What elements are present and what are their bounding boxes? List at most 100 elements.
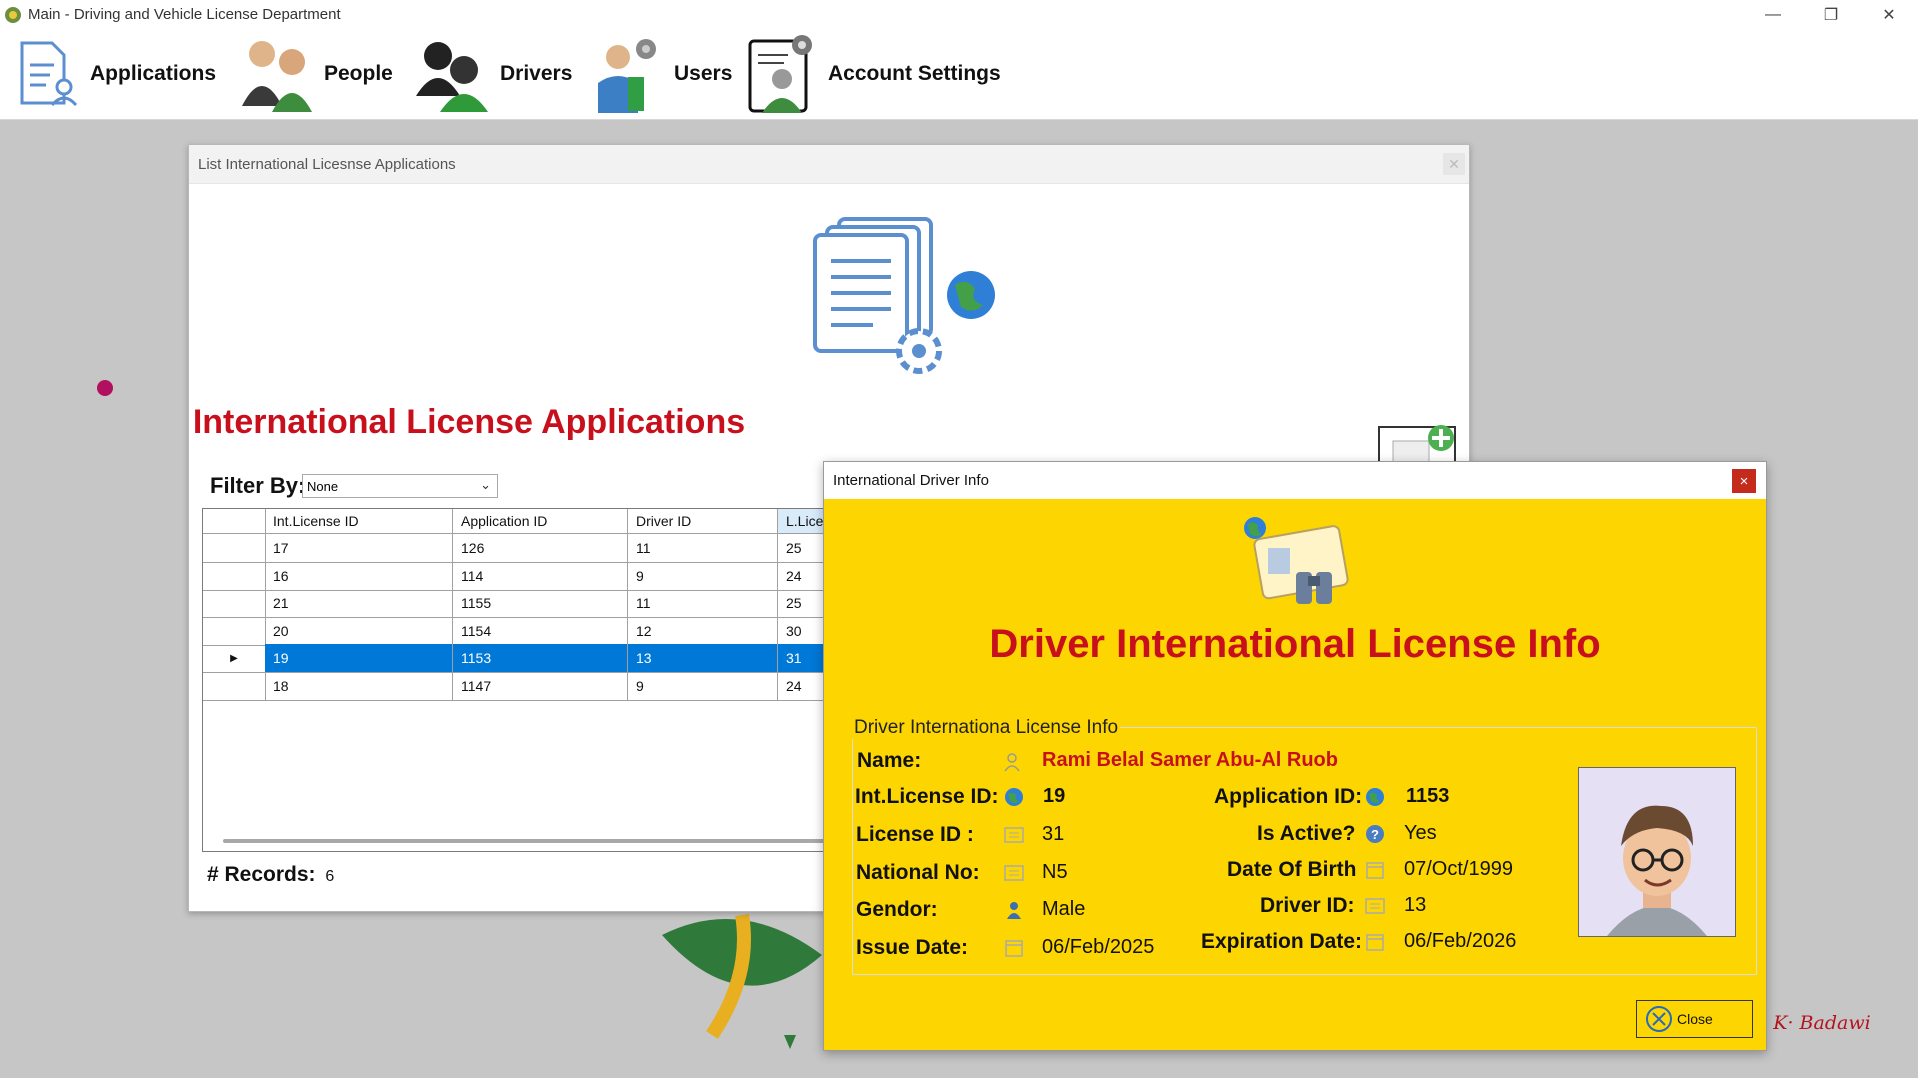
menu-people-label: People: [324, 62, 393, 85]
driver-photo: [1578, 767, 1736, 937]
users-icon: [598, 39, 656, 113]
menu-users[interactable]: Users: [592, 29, 732, 119]
calendar-icon: [1366, 862, 1384, 879]
row-header[interactable]: [203, 616, 266, 645]
question-icon: ?: [1366, 825, 1384, 843]
national-id-card-icon: [1004, 865, 1024, 881]
applications-grid[interactable]: Int.License ID Application ID Driver ID …: [202, 508, 864, 852]
grid-corner-cell: [203, 509, 266, 533]
globe-icon: [1005, 788, 1023, 806]
menu-account-settings[interactable]: Account Settings: [748, 29, 1001, 119]
name-label: Name:: [857, 749, 922, 772]
table-cell[interactable]: 21: [265, 589, 453, 618]
table-row[interactable]: 21 1155 11 25: [203, 589, 863, 619]
dialog-close-button-label: Close: [1677, 1011, 1713, 1027]
filter-by-value: None: [307, 478, 339, 494]
row-header[interactable]: [203, 672, 266, 700]
table-cell[interactable]: 1153: [453, 644, 628, 673]
table-cell[interactable]: 17: [265, 534, 453, 562]
license-card-binoculars-icon: [1244, 517, 1349, 604]
horizontal-scrollbar[interactable]: [223, 839, 863, 843]
table-cell[interactable]: 114: [453, 561, 628, 590]
table-row[interactable]: 18 1147 9 24: [203, 672, 863, 701]
application-id-value: 1153: [1406, 785, 1450, 807]
issue-date-label: Issue Date:: [856, 936, 969, 959]
window-title: Main - Driving and Vehicle License Depar…: [28, 6, 341, 23]
row-header[interactable]: ▶: [203, 644, 266, 673]
menu-users-label: Users: [674, 62, 733, 85]
close-window-button[interactable]: ✕: [1860, 0, 1918, 29]
license-info-group-title: Driver Internationa License Info: [852, 717, 1121, 739]
is-active-label: Is Active?: [1257, 822, 1356, 845]
int-license-id-value: 19: [1043, 785, 1066, 807]
list-window-close-button[interactable]: ✕: [1443, 153, 1465, 175]
table-row[interactable]: 20 1154 12 30: [203, 616, 863, 646]
table-cell[interactable]: 11: [628, 534, 778, 562]
list-window-title: List International Licesnse Applications: [189, 145, 1469, 184]
filter-by-label: Filter By:: [210, 473, 306, 498]
drivers-icon: [416, 42, 488, 112]
calendar-icon: [1005, 940, 1023, 957]
dialog-close-button[interactable]: Close: [1636, 1000, 1753, 1038]
driver-id-label: Driver ID:: [1260, 894, 1355, 917]
account-settings-icon: [748, 35, 812, 113]
documents-globe-icon: [813, 217, 995, 374]
table-cell[interactable]: 126: [453, 534, 628, 562]
grid-col-int-license-id[interactable]: Int.License ID: [265, 509, 453, 533]
grid-col-application-id[interactable]: Application ID: [453, 509, 628, 533]
table-row[interactable]: 16 114 9 24: [203, 561, 863, 591]
dialog-heading: Driver International License Info: [989, 622, 1601, 666]
table-cell[interactable]: 11: [628, 589, 778, 618]
id-card-icon: [1004, 827, 1024, 843]
table-cell[interactable]: 9: [628, 672, 778, 700]
license-id-label: License ID :: [856, 823, 974, 846]
signature-text: h K· Badawi: [1755, 1012, 1871, 1034]
table-cell[interactable]: 19: [265, 644, 453, 673]
table-cell[interactable]: 1155: [453, 589, 628, 618]
calendar-icon: [1366, 934, 1384, 951]
date-of-birth-label: Date Of Birth: [1227, 858, 1357, 881]
gender-label: Gendor:: [856, 898, 938, 921]
national-no-value: N5: [1042, 861, 1068, 883]
row-header[interactable]: [203, 534, 266, 562]
table-cell[interactable]: 13: [628, 644, 778, 673]
expiration-date-value: 06/Feb/2026: [1404, 930, 1517, 952]
table-cell[interactable]: 12: [628, 616, 778, 645]
close-circle-icon: [1646, 1006, 1672, 1032]
grid-header: Int.License ID Application ID Driver ID …: [203, 509, 863, 534]
driver-id-value: 13: [1404, 894, 1427, 916]
row-header[interactable]: [203, 561, 266, 590]
table-cell[interactable]: 16: [265, 561, 453, 590]
name-value: Rami Belal Samer Abu-Al Ruob: [1042, 749, 1338, 771]
chevron-down-icon: ⌄: [480, 477, 491, 492]
applications-icon: [20, 41, 78, 107]
table-cell[interactable]: 20: [265, 616, 453, 645]
menu-people[interactable]: People: [238, 29, 393, 119]
date-of-birth-value: 07/Oct/1999: [1404, 858, 1513, 880]
main-title-bar: Main - Driving and Vehicle License Depar…: [0, 0, 1918, 29]
dialog-title: International Driver Info: [824, 462, 1766, 499]
row-header[interactable]: [203, 589, 266, 618]
grid-col-driver-id[interactable]: Driver ID: [628, 509, 778, 533]
app-logo-icon: [5, 6, 21, 23]
table-row[interactable]: 17 126 11 25: [203, 534, 863, 563]
filter-by-dropdown[interactable]: None ⌄: [302, 474, 498, 498]
list-heading: International License Applications: [192, 403, 746, 441]
male-person-icon: [1007, 902, 1021, 919]
table-cell[interactable]: 1147: [453, 672, 628, 700]
table-row[interactable]: ▶ 19 1153 13 31: [203, 644, 863, 674]
expiration-date-label: Expiration Date:: [1201, 930, 1363, 953]
table-cell[interactable]: 18: [265, 672, 453, 700]
minimize-button[interactable]: —: [1744, 0, 1802, 29]
table-cell[interactable]: 9: [628, 561, 778, 590]
dialog-close-x-button[interactable]: ×: [1732, 469, 1756, 493]
restore-button[interactable]: ❐: [1802, 0, 1860, 29]
records-label: # Records:: [207, 863, 316, 886]
issue-date-value: 06/Feb/2025: [1042, 936, 1155, 958]
menu-drivers-label: Drivers: [500, 62, 573, 85]
menu-account-settings-label: Account Settings: [828, 62, 1001, 85]
menu-drivers[interactable]: Drivers: [412, 29, 572, 119]
person-outline-icon: [1004, 753, 1020, 772]
menu-applications[interactable]: Applications: [16, 29, 216, 119]
table-cell[interactable]: 1154: [453, 616, 628, 645]
